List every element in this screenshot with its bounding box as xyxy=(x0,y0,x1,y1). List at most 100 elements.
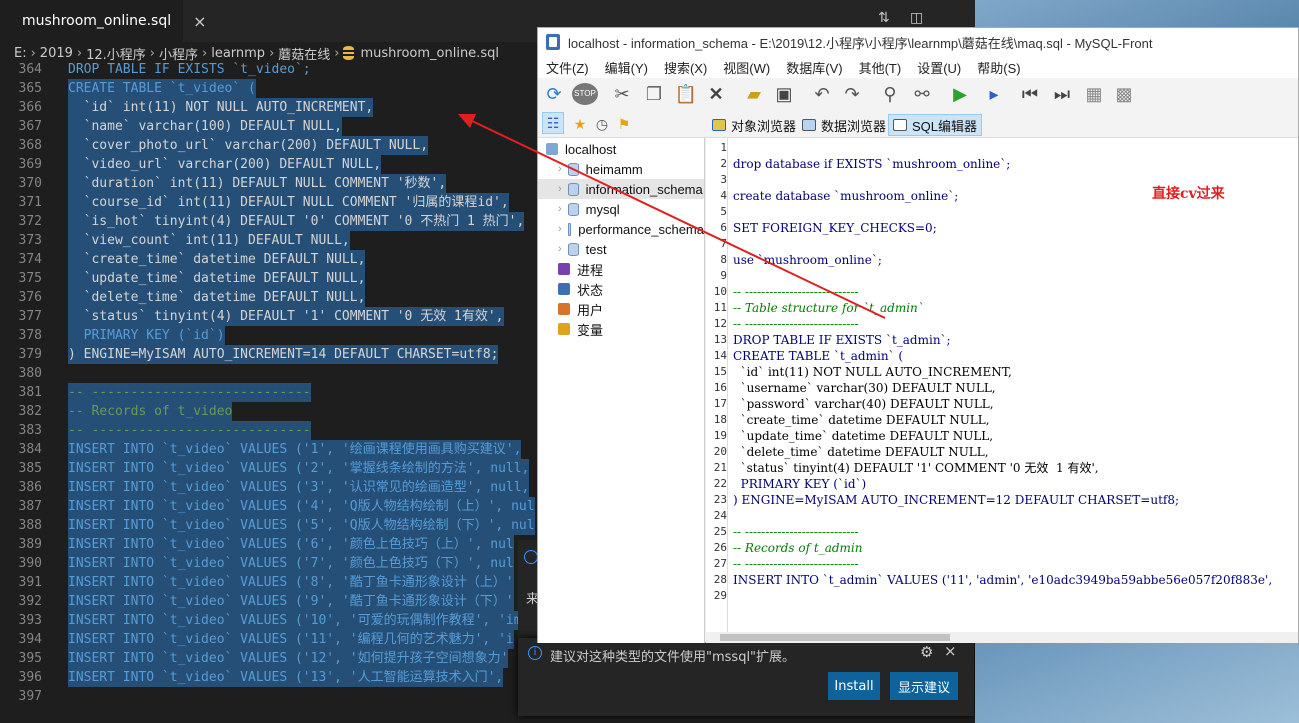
menu-item[interactable]: 其他(T) xyxy=(859,58,902,77)
horizontal-scrollbar[interactable] xyxy=(706,632,1298,643)
tab-sql-editor[interactable]: SQL编辑器 xyxy=(888,114,983,136)
tree-item[interactable]: localhost xyxy=(538,139,704,159)
breadcrumb-item[interactable]: learnmp xyxy=(211,46,265,61)
search-replace-icon[interactable]: ⚯ xyxy=(910,82,934,106)
line-number: 366 xyxy=(18,100,42,115)
line-number: 384 xyxy=(18,442,42,457)
split-compare-icon[interactable]: ⇅ xyxy=(878,10,890,26)
scrollbar-thumb[interactable] xyxy=(720,634,950,641)
delete-icon[interactable]: ✕ xyxy=(704,82,728,106)
tree-item[interactable]: 进程 xyxy=(538,259,704,279)
menu-item[interactable]: 视图(W) xyxy=(723,58,770,77)
close-icon[interactable]: × xyxy=(193,12,206,31)
split-editor-icon[interactable]: ◫ xyxy=(910,10,923,26)
chevron-right-icon[interactable]: › xyxy=(558,223,562,235)
tab-data-browser[interactable]: 数据浏览器 xyxy=(798,114,890,136)
line-number: 2 xyxy=(720,157,727,170)
menu-item[interactable]: 编辑(Y) xyxy=(605,58,648,77)
save-icon[interactable]: ▣ xyxy=(772,82,796,106)
stop-icon[interactable]: STOP xyxy=(572,83,598,105)
line-number: 368 xyxy=(18,138,42,153)
cut-icon[interactable]: ✂ xyxy=(610,82,634,106)
open-icon[interactable]: ▰ xyxy=(742,82,766,106)
processes-icon xyxy=(558,263,570,275)
menu-item[interactable]: 搜索(X) xyxy=(664,58,707,77)
breadcrumb-item[interactable]: mushroom_online.sql xyxy=(360,46,498,61)
line-text: ) ENGINE=MyISAM AUTO_INCREMENT=12 DEFAUL… xyxy=(733,493,1180,507)
bookmark-icon[interactable]: ★ xyxy=(568,112,592,136)
line-text: `username` varchar(30) DEFAULT NULL, xyxy=(733,381,996,395)
tree-item[interactable]: 变量 xyxy=(538,319,704,339)
gear-icon[interactable]: ⚙ xyxy=(920,643,933,661)
redo-icon[interactable]: ↷ xyxy=(840,82,864,106)
line-number: 27 xyxy=(713,557,727,570)
editor-line: 7 xyxy=(706,236,1298,252)
line-number: 1 xyxy=(720,141,727,154)
tab-object-browser[interactable]: 对象浏览器 xyxy=(708,114,800,136)
menu-item[interactable]: 数据库(V) xyxy=(786,58,842,77)
tree-label: localhost xyxy=(565,141,617,157)
show-recommendations-button[interactable]: 显示建议 xyxy=(890,672,958,700)
history-icon[interactable]: ◷ xyxy=(590,112,614,136)
tree-item[interactable]: › performance_schema xyxy=(538,219,704,239)
line-number: 394 xyxy=(18,632,42,647)
tab-mushroom-online[interactable]: mushroom_online.sql × xyxy=(0,0,207,42)
tree-item[interactable]: 状态 xyxy=(538,279,704,299)
tree-item[interactable]: › test xyxy=(538,239,704,259)
first-icon[interactable]: ⏮ xyxy=(1018,82,1042,106)
database-icon xyxy=(567,162,579,176)
editor-line: 24 xyxy=(706,508,1298,524)
object-browser-icon xyxy=(712,119,726,131)
sql-editor[interactable]: 直接cv过来 1 2 drop database if EXISTS `mushro… xyxy=(706,138,1298,632)
line-number: 7 xyxy=(720,237,727,250)
tree-item[interactable]: 用户 xyxy=(538,299,704,319)
line-number: 392 xyxy=(18,594,42,609)
line-text: -- ---------------------------- xyxy=(733,557,859,571)
run-selection-icon[interactable]: ▸ xyxy=(982,82,1006,106)
users-icon xyxy=(558,303,570,315)
chevron-right-icon[interactable]: › xyxy=(558,203,562,215)
line-text: -- Records of t_admin xyxy=(733,541,863,555)
editor-line: 12 -- ---------------------------- xyxy=(706,316,1298,332)
line-text: `duration` int(11) DEFAULT NULL COMMENT … xyxy=(68,174,447,193)
search-icon[interactable]: ⚲ xyxy=(878,82,902,106)
line-text: -- Records of t_video xyxy=(68,402,233,421)
tree-item[interactable]: › mysql xyxy=(538,199,704,219)
menu-item[interactable]: 文件(Z) xyxy=(546,58,589,77)
chevron-right-icon[interactable]: › xyxy=(558,243,562,255)
tree-view-icon[interactable]: ☷ xyxy=(542,112,564,134)
line-number: 23 xyxy=(713,493,727,506)
line-text: -- ---------------------------- xyxy=(733,525,859,539)
refresh-icon[interactable]: ⟳ xyxy=(542,82,566,106)
paste-icon[interactable]: 📋 xyxy=(674,82,698,106)
last-icon[interactable]: ⏭ xyxy=(1050,82,1074,106)
grid-insert-icon[interactable]: ▦ xyxy=(1082,82,1106,106)
breadcrumb-item[interactable]: E: xyxy=(14,46,27,61)
chevron-right-icon[interactable]: › xyxy=(558,163,562,175)
line-text: INSERT INTO `t_video` VALUES ('12', '如何提… xyxy=(68,649,509,668)
tree-item[interactable]: › information_schema xyxy=(538,179,704,199)
grid-delete-icon[interactable]: ▩ xyxy=(1112,82,1136,106)
undo-icon[interactable]: ↶ xyxy=(810,82,834,106)
menu-item[interactable]: 设置(U) xyxy=(917,58,961,77)
chevron-right-icon[interactable]: › xyxy=(558,183,562,195)
copy-icon[interactable]: ❐ xyxy=(642,82,666,106)
tree-item[interactable]: › heimamm xyxy=(538,159,704,179)
mysql-front-window: localhost - information_schema - E:\2019… xyxy=(537,27,1299,643)
favorites-icon[interactable]: ⚑ xyxy=(612,112,636,136)
line-text: INSERT INTO `t_video` VALUES ('8', '酷丁鱼卡… xyxy=(68,573,514,592)
line-number: 372 xyxy=(18,214,42,229)
tab-label: 数据浏览器 xyxy=(821,118,887,134)
close-icon[interactable]: × xyxy=(944,642,957,660)
database-icon xyxy=(567,242,579,256)
line-text: `view_count` int(11) DEFAULT NULL, xyxy=(68,231,350,250)
menu-item[interactable]: 帮助(S) xyxy=(977,58,1020,77)
line-number: 5 xyxy=(720,205,727,218)
chevron-right-icon: › xyxy=(76,45,83,61)
editor-line: 19 `update_time` datetime DEFAULT NULL, xyxy=(706,428,1298,444)
line-number: 16 xyxy=(713,381,727,394)
editor-line: 6 SET FOREIGN_KEY_CHECKS=0; xyxy=(706,220,1298,236)
run-icon[interactable]: ▶ xyxy=(948,82,972,106)
breadcrumb-item[interactable]: 2019 xyxy=(40,46,73,61)
install-button[interactable]: Install xyxy=(828,672,880,700)
